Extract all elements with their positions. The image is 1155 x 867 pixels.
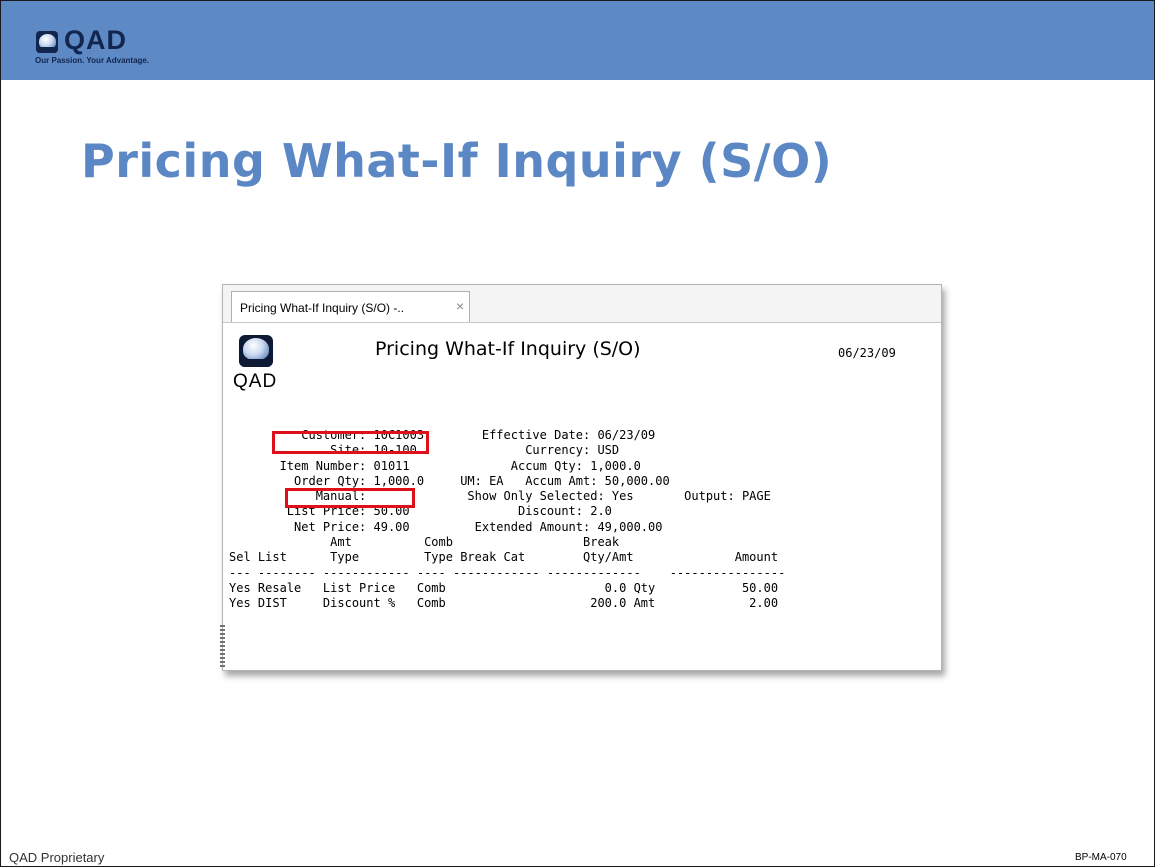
logo-text: QAD [64,25,127,55]
report-logo-text: QAD [233,371,278,392]
logo-tagline: Our Passion. Your Advantage. [35,56,150,65]
report-line-item-number: Item Number: 01011 Accum Qty: 1,000.0 [229,458,641,473]
resize-handle[interactable] [220,625,225,667]
report-date: 06/23/09 [838,346,896,360]
tab-label: Pricing What-If Inquiry (S/O) -.. [240,301,405,315]
report-title: Pricing What-If Inquiry (S/O) [375,338,641,360]
close-icon[interactable]: × [456,298,464,314]
footer-code: BP-MA-070 [1075,852,1127,863]
table-separator: --- -------- ------------ ---- ---------… [229,565,786,580]
tab-pricing-what-if[interactable]: Pricing What-If Inquiry (S/O) -.. × [231,291,470,322]
report-body: Customer: 10C1003 Effective Date: 06/23/… [229,428,785,612]
slide: QAD Our Passion. Your Advantage. Pricing… [0,0,1155,867]
qad-globe-icon [239,335,273,367]
customer-highlight-box [272,431,429,454]
tab-strip: Pricing What-If Inquiry (S/O) -.. × [223,285,941,323]
table-header-row: Amt Comb Break [229,535,620,550]
qad-globe-icon [36,31,58,53]
slide-title: Pricing What-If Inquiry (S/O) [81,134,833,188]
app-window: Pricing What-If Inquiry (S/O) -.. × QAD … [220,284,942,671]
footer-proprietary: QAD Proprietary [9,850,105,865]
header-band: QAD Our Passion. Your Advantage. [1,1,1154,80]
table-row: Yes Resale List Price Comb 0.0 Qty 50.00 [229,580,779,595]
table-row: Yes DIST Discount % Comb 200.0 Amt 2.00 [229,596,779,611]
table-header-row: Sel List Type Type Break Cat Qty/Amt Amo… [229,550,779,565]
report-line-order-qty: Order Qty: 1,000.0 UM: EA Accum Amt: 50,… [229,473,670,488]
manual-highlight-box [285,488,415,508]
report-line-net-price: Net Price: 49.00 Extended Amount: 49,000… [229,519,663,534]
